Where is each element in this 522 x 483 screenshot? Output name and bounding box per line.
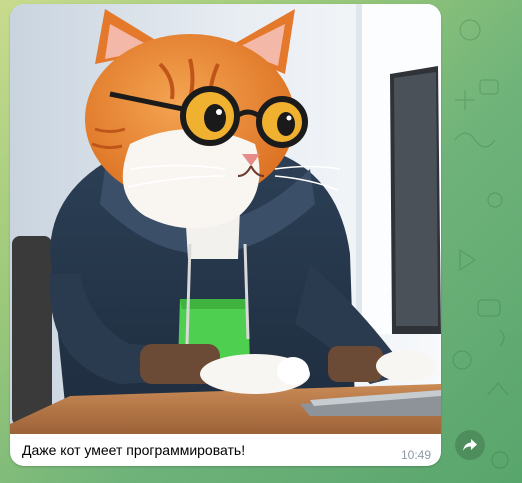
forward-button[interactable]	[455, 430, 485, 460]
forward-arrow-icon	[463, 439, 477, 451]
message-bubble[interactable]: Даже кот умеет программировать! 10:49	[10, 4, 441, 466]
message-photo[interactable]	[10, 4, 441, 434]
message-timestamp: 10:49	[400, 448, 431, 462]
message-caption: Даже кот умеет программировать!	[22, 442, 246, 458]
